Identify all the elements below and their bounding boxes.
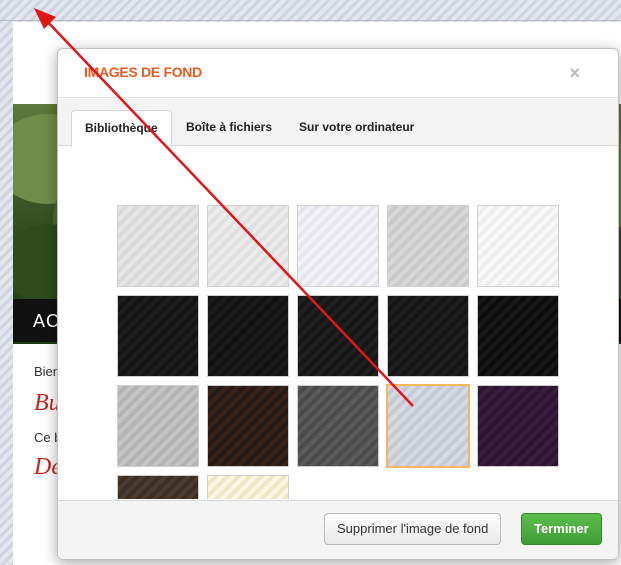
thumbnail-grid <box>58 145 618 499</box>
dialog-footer: Supprimer l'image de fond Terminer <box>58 500 618 559</box>
background-thumbnail[interactable] <box>207 295 289 377</box>
background-thumbnail[interactable] <box>297 385 379 467</box>
background-thumbnail[interactable] <box>477 385 559 467</box>
page-top-strip <box>0 0 621 21</box>
background-thumbnail[interactable] <box>387 205 469 287</box>
dialog-title: IMAGES DE FOND <box>84 64 202 80</box>
background-thumbnail[interactable] <box>297 295 379 377</box>
background-thumbnail[interactable] <box>207 205 289 287</box>
background-thumbnail[interactable] <box>387 295 469 377</box>
background-thumbnail[interactable] <box>477 205 559 287</box>
background-thumbnail[interactable] <box>117 205 199 287</box>
tab-library[interactable]: Bibliothèque <box>71 110 172 147</box>
close-icon[interactable]: × <box>569 63 580 84</box>
tab-file-box[interactable]: Boîte à fichiers <box>186 110 272 145</box>
background-thumbnail[interactable] <box>207 385 289 467</box>
nav-item[interactable]: AC <box>33 311 60 332</box>
background-images-dialog: IMAGES DE FOND × Bibliothèque Boîte à fi… <box>57 48 619 560</box>
background-thumbnail[interactable] <box>207 475 289 499</box>
remove-background-button[interactable]: Supprimer l'image de fond <box>324 513 502 545</box>
background-thumbnail[interactable] <box>477 295 559 377</box>
background-thumbnail-selected[interactable] <box>386 384 470 468</box>
divider <box>58 97 618 98</box>
tab-bar: Bibliothèque Boîte à fichiers Sur votre … <box>58 99 618 147</box>
background-thumbnail[interactable] <box>117 385 199 467</box>
tab-your-computer[interactable]: Sur votre ordinateur <box>299 110 414 145</box>
background-thumbnail[interactable] <box>297 205 379 287</box>
background-thumbnail[interactable] <box>117 475 199 499</box>
done-button[interactable]: Terminer <box>521 513 602 545</box>
background-thumbnail[interactable] <box>117 295 199 377</box>
